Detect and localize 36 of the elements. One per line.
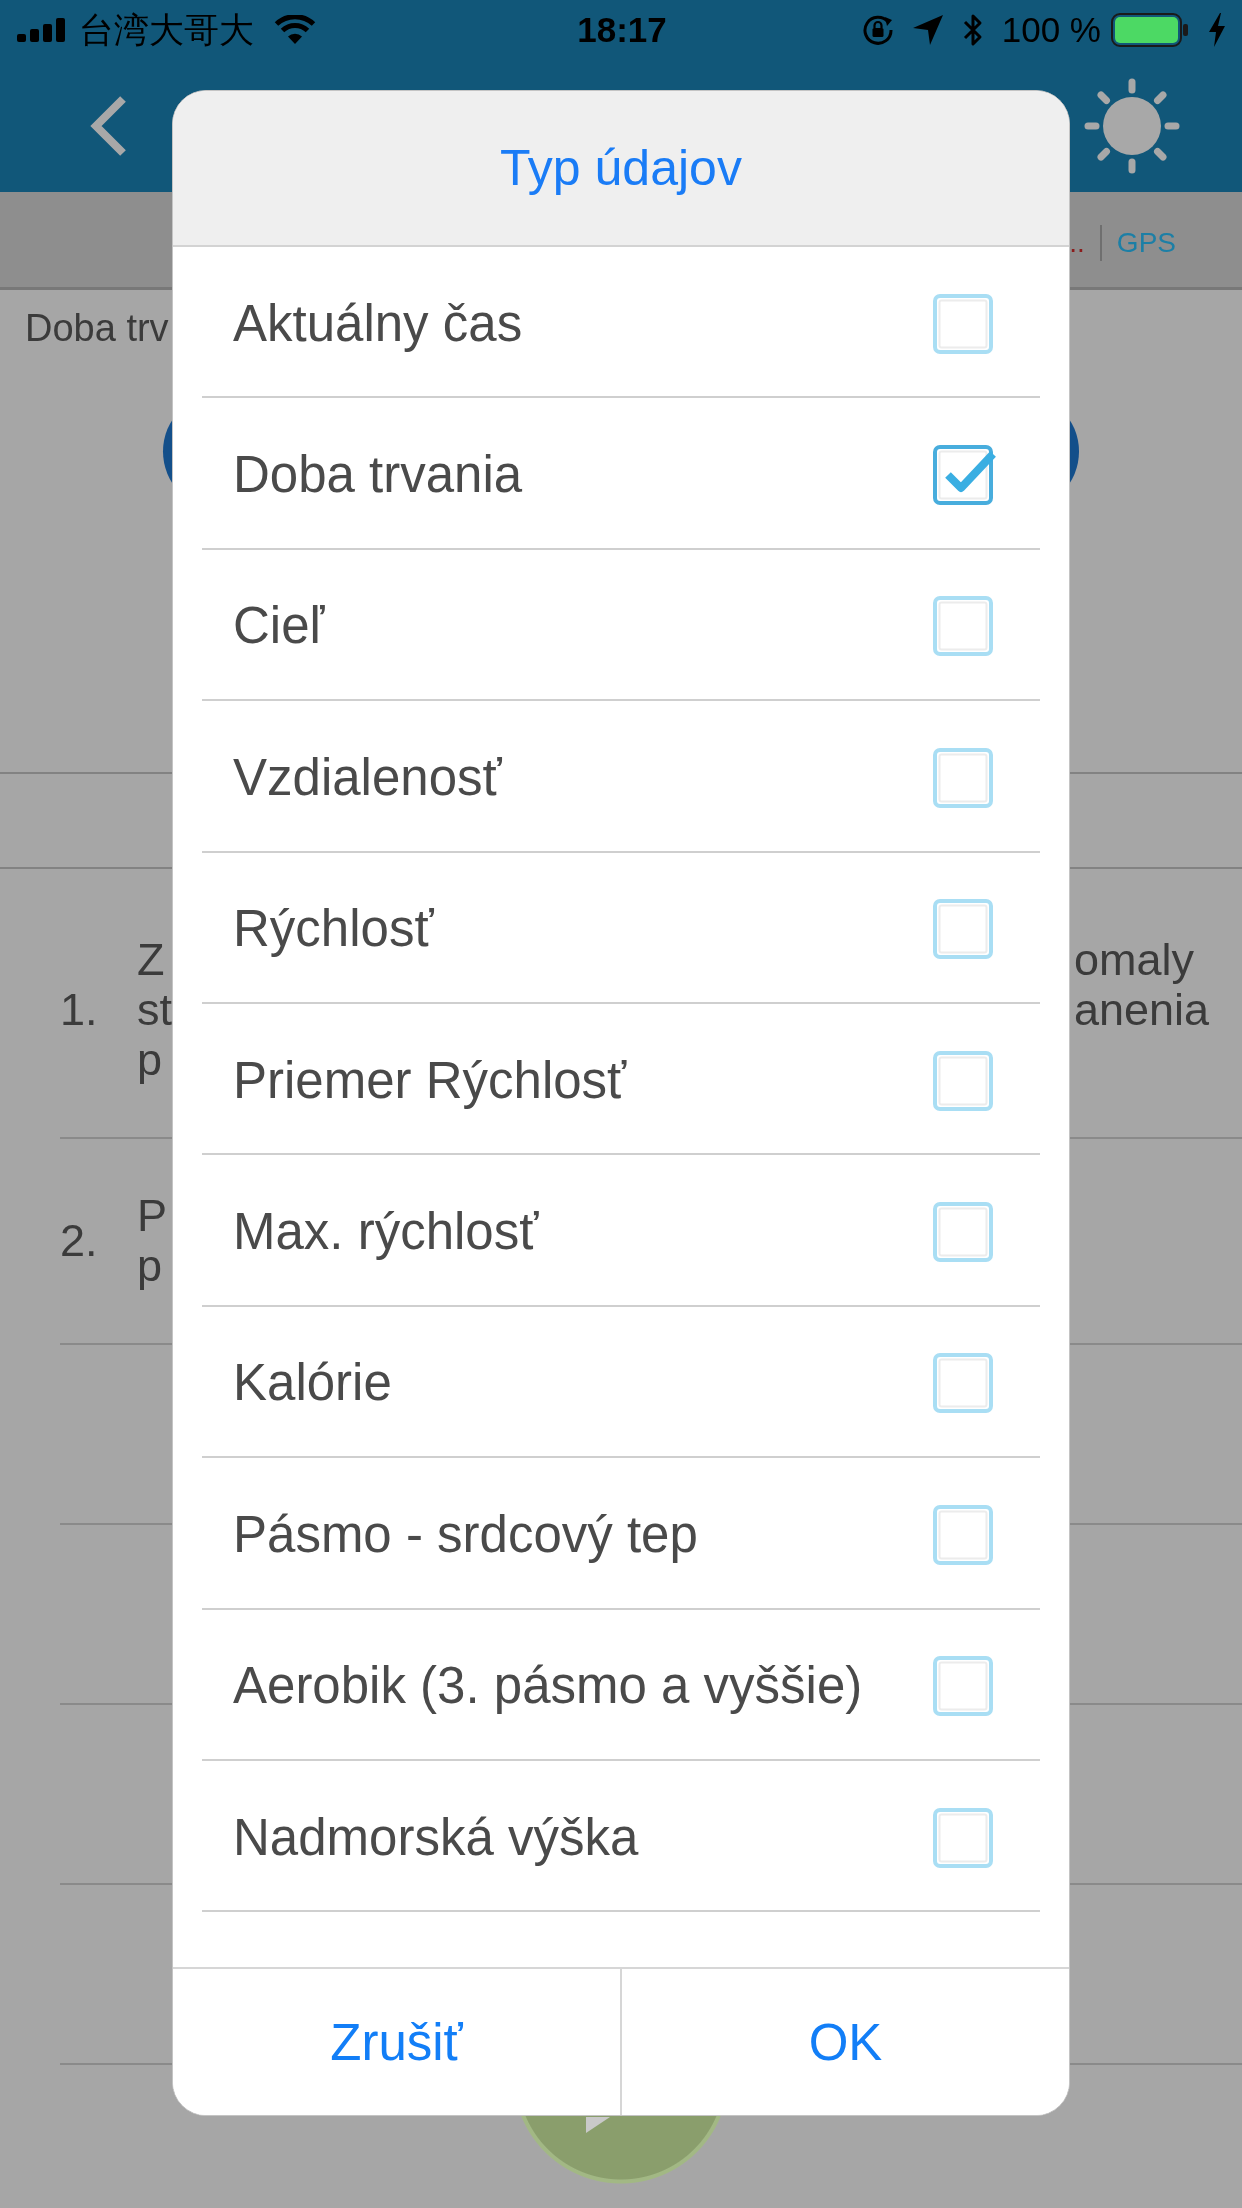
sun-icon[interactable]	[1084, 78, 1180, 174]
dialog-title: Typ údajov	[500, 139, 742, 198]
list-item-text: Z	[137, 935, 165, 985]
list-number: 2.	[60, 1216, 99, 1266]
carrier-name: 台湾大哥大	[79, 10, 254, 50]
list-item-text: p	[137, 1035, 163, 1085]
list-item-text: P	[137, 1191, 167, 1241]
list-item-text: anenia	[1074, 985, 1210, 1035]
battery-percent: 100 %	[1001, 10, 1101, 50]
charging-icon	[1207, 13, 1227, 47]
option-label[interactable]: Priemer Rýchlosť	[233, 1050, 627, 1111]
option-label[interactable]: Rýchlosť	[233, 899, 434, 960]
list-item-text: st	[137, 985, 172, 1035]
orientation-lock-icon	[861, 14, 894, 46]
option-label[interactable]: Vzdialenosť	[233, 747, 502, 808]
signal-icon	[17, 18, 65, 42]
checkbox[interactable]	[933, 444, 997, 507]
list-number: 1.	[60, 985, 99, 1035]
option-label[interactable]: Kalórie	[233, 1353, 392, 1414]
back-icon[interactable]	[89, 95, 129, 157]
list-item-text: omaly	[1074, 935, 1195, 985]
location-arrow-icon	[911, 14, 944, 46]
summary-label: Doba trv	[25, 306, 170, 350]
option-label[interactable]: Cieľ	[233, 596, 325, 657]
bluetooth-icon	[961, 13, 984, 47]
list-item-text: p	[137, 1241, 163, 1291]
ok-button[interactable]: OK	[620, 1969, 1069, 2115]
option-label[interactable]: Aerobik (3. pásmo a vyššie)	[233, 1656, 863, 1717]
option-label[interactable]: Nadmorská výška	[233, 1807, 639, 1868]
status-time: 18:17	[577, 10, 667, 50]
option-label[interactable]: Aktuálny čas	[233, 293, 523, 354]
option-label[interactable]: Max. rýchlosť	[233, 1202, 539, 1263]
battery-icon	[1111, 13, 1189, 47]
wifi-icon	[274, 15, 316, 45]
option-label[interactable]: Doba trvania	[233, 445, 523, 506]
option-label[interactable]: Pásmo - srdcový tep	[233, 1504, 698, 1565]
